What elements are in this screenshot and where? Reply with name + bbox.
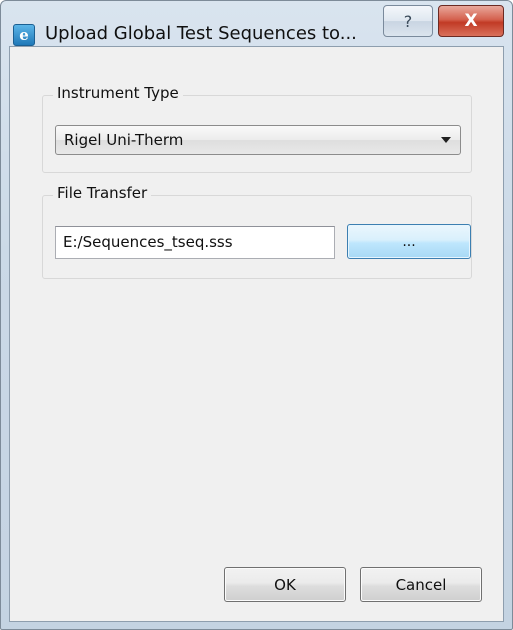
- file-transfer-group: File Transfer E:/Sequences_tseq.sss ...: [42, 184, 472, 279]
- dialog-window: e Upload Global Test Sequences to... ? X…: [0, 0, 513, 630]
- help-icon: ?: [403, 11, 413, 31]
- file-transfer-label: File Transfer: [53, 184, 152, 202]
- instrument-type-label: Instrument Type: [53, 84, 183, 102]
- app-logo-glyph: e: [19, 25, 29, 44]
- browse-button[interactable]: ...: [347, 224, 471, 259]
- instrument-type-group: Instrument Type Rigel Uni-Therm: [42, 84, 472, 173]
- instrument-type-select[interactable]: Rigel Uni-Therm: [55, 125, 461, 155]
- ok-button[interactable]: OK: [224, 567, 346, 602]
- help-button[interactable]: ?: [383, 5, 433, 37]
- browse-button-label: ...: [402, 233, 416, 250]
- close-icon: X: [464, 11, 478, 31]
- title-bar[interactable]: e Upload Global Test Sequences to... ? X: [1, 1, 512, 46]
- cancel-button[interactable]: Cancel: [360, 567, 482, 602]
- chevron-down-icon: [441, 137, 451, 143]
- app-logo-icon: e: [13, 24, 35, 46]
- dialog-body: Instrument Type Rigel Uni-Therm File Tra…: [9, 46, 504, 622]
- close-button[interactable]: X: [438, 5, 504, 37]
- ok-button-label: OK: [274, 575, 296, 594]
- window-title: Upload Global Test Sequences to...: [45, 23, 357, 44]
- cancel-button-label: Cancel: [395, 575, 447, 594]
- instrument-type-value: Rigel Uni-Therm: [64, 131, 184, 149]
- file-path-input[interactable]: E:/Sequences_tseq.sss: [55, 226, 335, 259]
